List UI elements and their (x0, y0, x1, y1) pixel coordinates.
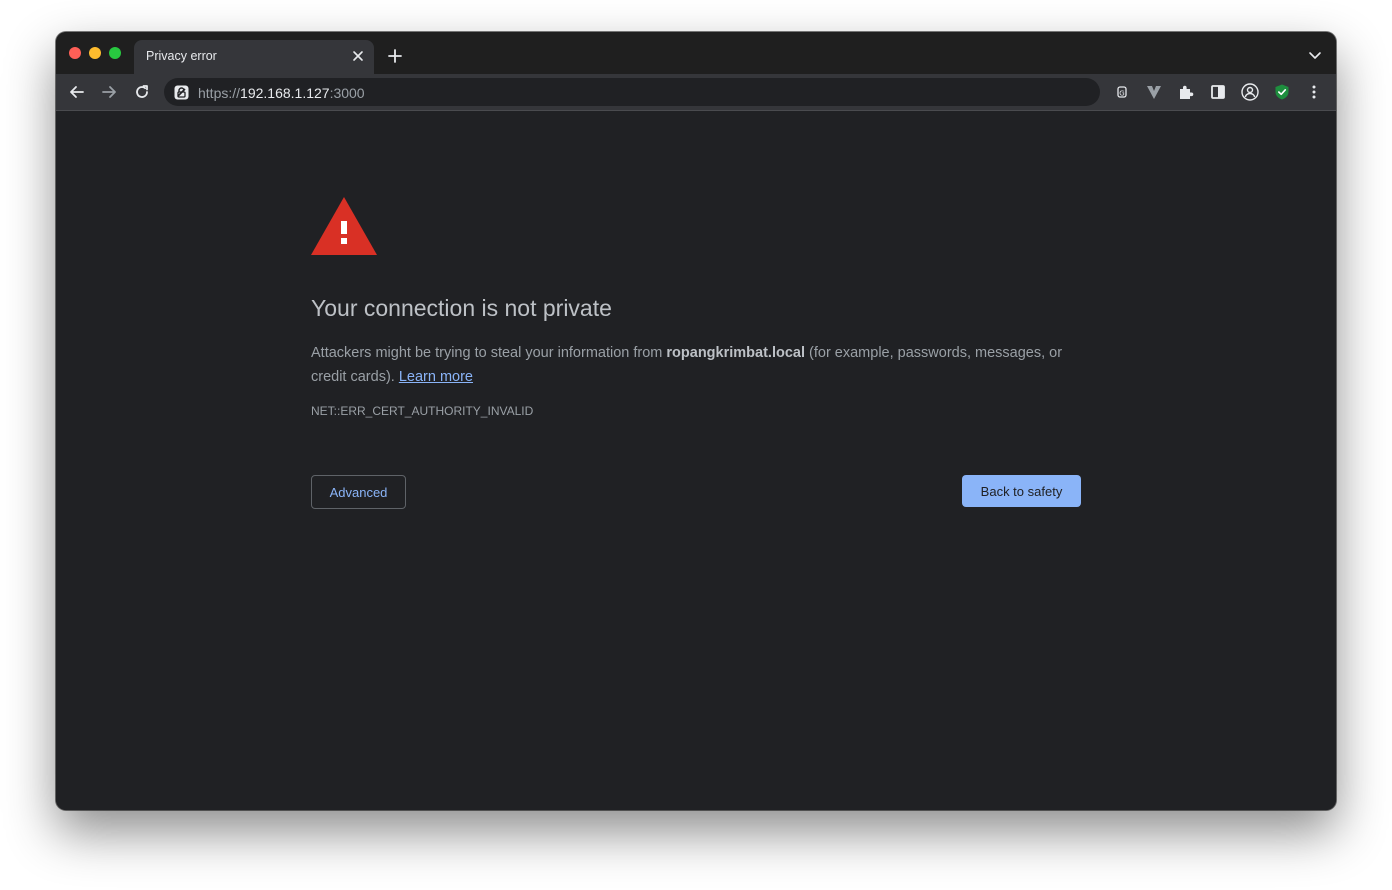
warning-triangle-icon (311, 197, 377, 255)
error-code: NET::ERR_CERT_AUTHORITY_INVALID (311, 404, 534, 418)
message-host: ropangkrimbat.local (666, 345, 805, 361)
chevron-down-icon[interactable] (1308, 51, 1322, 61)
puzzle-extensions-icon[interactable] (1177, 83, 1195, 101)
tab-privacy-error[interactable]: Privacy error (134, 40, 374, 74)
page-heading: Your connection is not private (311, 295, 612, 321)
shield-check-icon[interactable] (1273, 83, 1291, 101)
reload-icon[interactable] (133, 83, 151, 101)
message-prefix: Attackers might be trying to steal your … (311, 345, 667, 361)
page-content: Your connection is not private Attackers… (56, 111, 1336, 810)
url-host: 192.168.1.127 (240, 85, 330, 101)
vivaldi-v-icon[interactable] (1145, 83, 1163, 101)
svg-text:G: G (1119, 90, 1124, 98)
translate-icon[interactable]: G (1113, 83, 1131, 101)
forward-arrow-icon[interactable] (100, 83, 118, 101)
back-to-safety-button[interactable]: Back to safety (962, 475, 1081, 507)
url-scheme: https:// (198, 85, 241, 101)
url-port: :3000 (329, 85, 365, 101)
learn-more-link[interactable]: Learn more (399, 369, 473, 385)
url-text[interactable]: https://192.168.1.127:3000 (198, 85, 365, 101)
side-panel-icon[interactable] (1209, 83, 1227, 101)
advanced-button[interactable]: Advanced (311, 475, 406, 509)
error-message: Attackers might be trying to steal your … (311, 341, 1071, 389)
kebab-menu-icon[interactable] (1305, 83, 1323, 101)
profile-icon[interactable] (1241, 83, 1259, 101)
minimize-window-button[interactable] (89, 47, 101, 59)
plus-icon[interactable] (387, 48, 403, 64)
browser-window: Privacy error https://192.168.1.127:3000… (56, 32, 1336, 810)
toolbar: https://192.168.1.127:3000 G (56, 74, 1336, 111)
zoom-window-button[interactable] (109, 47, 121, 59)
not-secure-icon[interactable] (174, 85, 189, 100)
close-icon[interactable] (351, 49, 365, 63)
address-bar[interactable]: https://192.168.1.127:3000 (164, 78, 1100, 106)
tab-title: Privacy error (146, 49, 217, 63)
back-arrow-icon[interactable] (68, 83, 86, 101)
tab-strip: Privacy error (56, 32, 1336, 74)
close-window-button[interactable] (69, 47, 81, 59)
